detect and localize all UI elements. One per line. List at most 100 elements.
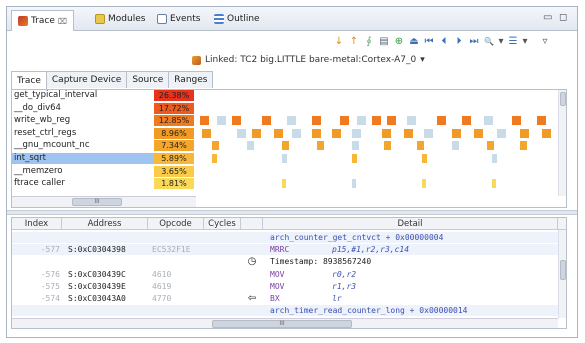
scroll-thumb[interactable]: III [212, 320, 352, 328]
sample-cell [352, 141, 359, 151]
trace-row[interactable]: -574 S:0xC03043A0 4770 ⇦ BX lr [12, 293, 566, 304]
subtab-ranges[interactable]: Ranges [168, 71, 214, 88]
chevron-down-icon[interactable]: ▿ [539, 36, 551, 48]
sample-cell [382, 128, 391, 138]
row-operands: r0,r2 [332, 269, 357, 279]
arrow-down-icon[interactable]: ↓ [333, 36, 345, 48]
trace-vertical-scrollbar[interactable] [558, 230, 566, 318]
trace-row[interactable]: ◷ Timestamp: 8938567240 [12, 256, 566, 267]
subtab-source[interactable]: Source [126, 71, 170, 88]
row-index [12, 256, 60, 267]
tab-events[interactable]: Events [157, 11, 200, 27]
arrow-up-icon[interactable]: ↑ [348, 36, 360, 48]
function-row[interactable]: __do_div64 17.72% [12, 102, 566, 114]
previous-icon[interactable]: ⏴ [438, 36, 450, 48]
sample-cell [417, 141, 424, 151]
subtab-capture-device[interactable]: Capture Device [45, 71, 128, 88]
maximize-icon[interactable]: ◻ [559, 12, 567, 23]
export-icon[interactable]: ⏏ [408, 36, 420, 48]
list-icon[interactable]: ▤ [378, 36, 390, 48]
trace-row[interactable]: arch_timer_read_counter_long + 0x0000001… [12, 305, 566, 317]
sample-cell [542, 128, 551, 138]
first-icon[interactable]: ⏮ [423, 36, 435, 48]
linked-dropdown-icon[interactable]: ▾ [420, 55, 425, 65]
outline-icon [214, 14, 224, 24]
trace-table-header: Index Address Opcode Cycles Detail [12, 218, 566, 230]
function-row[interactable]: write_wb_reg 12.85% [12, 115, 566, 127]
column-opcode[interactable]: Opcode [148, 218, 204, 230]
heatmap-horizontal-scrollbar[interactable]: III [12, 196, 196, 207]
function-row[interactable]: ftrace caller 1.81% [12, 178, 566, 190]
function-row[interactable]: __memzero 3.65% [12, 165, 566, 177]
sample-cell [387, 116, 396, 126]
row-index: -577 [40, 245, 60, 255]
row-mnemonic: MOV [270, 281, 285, 291]
row-detail: arch_counter_get_cntvct + 0x00000004 [270, 233, 444, 242]
row-operands: r1,r3 [332, 281, 357, 291]
sample-cell [520, 128, 529, 138]
column-cycles[interactable]: Cycles [204, 218, 241, 230]
tab-trace[interactable]: Trace ⌧ [11, 10, 75, 31]
row-opcode: 4770 [152, 294, 172, 303]
function-row[interactable]: __gnu_mcount_nc 7.34% [12, 140, 566, 152]
trace-view-window: Trace ⌧ Modules Events Outline ▭ ◻ ↓ ↑ ∮… [6, 6, 578, 338]
view-menu-dropdown-icon[interactable]: ▾ [522, 36, 528, 48]
column-index[interactable]: Index [12, 218, 62, 230]
function-name: __do_div64 [14, 102, 61, 113]
last-icon[interactable]: ⏭ [468, 36, 480, 48]
row-cycles [204, 305, 241, 316]
view-menu-icon[interactable]: ☰ [507, 36, 519, 48]
subtab-trace[interactable]: Trace [11, 71, 47, 89]
tab-modules-label: Modules [108, 14, 146, 24]
scroll-thumb[interactable] [560, 260, 566, 280]
add-icon[interactable]: ⊕ [393, 36, 405, 48]
sample-cell [492, 179, 496, 189]
scroll-grip: III [279, 320, 285, 327]
search-icon[interactable]: 🔍 [483, 36, 495, 48]
linked-connection[interactable]: Linked: TC2 big.LITTLE bare-metal:Cortex… [7, 53, 577, 67]
trace-row[interactable]: -576 S:0xC030439C 4610 MOV r0,r2 [12, 269, 566, 280]
trace-row[interactable]: -577 S:0xC0304398 EC532F1E MRRC p15,#1,r2,r3… [12, 244, 566, 256]
trace-row[interactable]: arch_counter_get_cntvct + 0x00000004 [12, 232, 566, 243]
scroll-thumb[interactable]: III [72, 198, 122, 206]
function-percentage: 8.96% [154, 127, 194, 139]
row-icon-cell [241, 232, 263, 243]
sample-cell [484, 116, 493, 126]
search-dropdown-icon[interactable]: ▾ [498, 36, 504, 48]
column-icon[interactable] [241, 218, 263, 230]
sample-cell [200, 116, 209, 126]
sample-cell [357, 116, 366, 126]
row-icon-cell [241, 269, 263, 280]
function-name: get_typical_interval [14, 90, 98, 100]
trace-icon [18, 16, 28, 26]
find-icon[interactable]: ∮ [363, 36, 375, 48]
row-address: S:0xC030439C [68, 269, 126, 279]
trace-row[interactable]: -575 S:0xC030439E 4619 MOV r1,r3 [12, 281, 566, 292]
sample-cell [487, 141, 494, 151]
function-row[interactable]: int_sqrt 5.89% [12, 153, 566, 164]
heatmap-vertical-scrollbar[interactable] [558, 90, 566, 196]
sample-cell [312, 128, 321, 138]
row-address [68, 232, 148, 243]
row-operands [332, 256, 552, 267]
pane-divider[interactable] [7, 210, 577, 215]
trace-horizontal-scrollbar[interactable]: III [12, 318, 558, 328]
function-name: __memzero [14, 165, 63, 176]
sample-cell [212, 154, 217, 163]
function-percentage: 17.72% [154, 102, 194, 114]
scroll-grip: III [94, 198, 100, 205]
close-tab-icon[interactable]: ⌧ [58, 17, 67, 26]
tab-outline[interactable]: Outline [214, 11, 260, 27]
column-address[interactable]: Address [62, 218, 148, 230]
next-icon[interactable]: ⏵ [453, 36, 465, 48]
function-percentage: 1.81% [154, 178, 194, 190]
function-row[interactable]: get_typical_interval 26.38% [12, 90, 566, 101]
column-detail[interactable]: Detail [263, 218, 558, 230]
scroll-thumb[interactable] [560, 92, 566, 106]
sample-cell [292, 128, 301, 138]
minimize-icon[interactable]: ▭ [543, 12, 552, 23]
sample-cell [262, 116, 271, 126]
tab-modules[interactable]: Modules [95, 11, 145, 27]
sample-cell [287, 116, 296, 126]
function-row[interactable]: reset_ctrl_regs 8.96% [12, 127, 566, 139]
